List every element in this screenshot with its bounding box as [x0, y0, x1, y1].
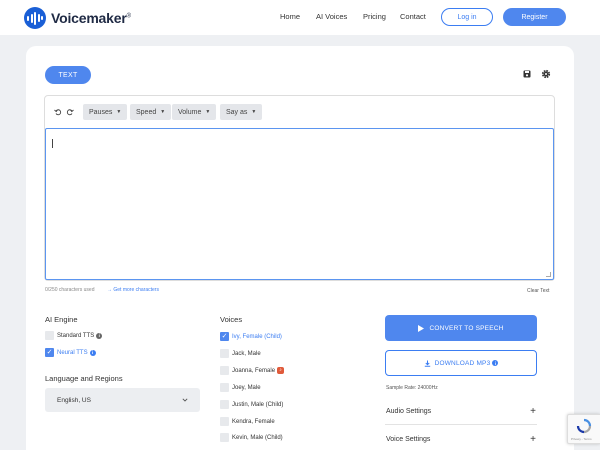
- pauses-label: Pauses: [89, 108, 113, 116]
- voice-label: Jack, Male: [232, 350, 261, 357]
- undo-icon[interactable]: [54, 108, 62, 116]
- recaptcha-logo-icon: [576, 418, 592, 434]
- character-count: 0/250 characters used: [45, 287, 95, 293]
- nav-ai-voices[interactable]: AI Voices: [316, 12, 347, 21]
- checkbox-checked[interactable]: ✓: [220, 332, 229, 341]
- voice-label: Joanna, Female: [232, 367, 276, 374]
- say-as-dropdown[interactable]: Say as ▼: [220, 104, 263, 120]
- tts-card: TEXT Pauses▼ Speed▼ Volume▼ Say as▼: [26, 46, 574, 450]
- voice-label: Ivy, Female (Child): [232, 333, 282, 340]
- checkbox-checked[interactable]: ✓: [45, 348, 54, 357]
- info-icon[interactable]: i: [96, 332, 103, 339]
- caret-down-icon: ▼: [116, 109, 122, 115]
- register-button[interactable]: Register: [503, 8, 566, 26]
- text-editor: Pauses ▼ Speed ▼ Volume ▼ Say as ▼: [44, 95, 555, 281]
- engine-option-neural[interactable]: ✓ Neural TTS i: [45, 348, 96, 357]
- plus-icon: +: [530, 434, 536, 445]
- top-header: Voicemaker® Home AI Voices Pricing Conta…: [0, 0, 600, 35]
- sample-rate: Sample Rate: 24000Hz: [386, 385, 438, 391]
- caret-down-icon: ▼: [205, 109, 211, 115]
- voice-item-joanna[interactable]: Joanna, Female ♪: [220, 366, 285, 375]
- editor-toolbar: Pauses ▼ Speed ▼ Volume ▼ Say as ▼: [45, 96, 554, 128]
- voice-label: Joey, Male: [232, 384, 261, 391]
- speed-dropdown[interactable]: Speed ▼: [130, 104, 172, 120]
- audio-settings-accordion[interactable]: Audio Settings +: [385, 399, 537, 425]
- pauses-dropdown[interactable]: Pauses ▼: [83, 104, 128, 120]
- get-more-characters-link[interactable]: → Get more characters: [107, 287, 159, 293]
- language-select[interactable]: English, US: [45, 388, 200, 412]
- convert-label: CONVERT TO SPEECH: [429, 324, 504, 332]
- say-as-label: Say as: [226, 108, 248, 116]
- resize-handle[interactable]: [546, 272, 551, 277]
- recaptcha-badge[interactable]: Privacy - Terms: [567, 414, 600, 444]
- download-icon: [424, 360, 430, 367]
- nav-pricing[interactable]: Pricing: [363, 12, 386, 21]
- caret-down-icon: ▼: [251, 109, 257, 115]
- chevron-down-icon: [182, 398, 188, 402]
- voice-item-kendra[interactable]: Kendra, Female: [220, 417, 275, 426]
- checkbox[interactable]: [220, 400, 229, 409]
- logo[interactable]: Voicemaker®: [24, 7, 131, 29]
- audio-settings-label: Audio Settings: [386, 408, 432, 415]
- convert-to-speech-button[interactable]: CONVERT TO SPEECH: [385, 315, 537, 341]
- checkbox[interactable]: [45, 331, 54, 340]
- voice-item-ivy[interactable]: ✓ Ivy, Female (Child): [220, 332, 282, 341]
- voice-label: Kendra, Female: [232, 418, 275, 425]
- clear-text-link[interactable]: Clear Text: [527, 288, 549, 294]
- info-icon[interactable]: i: [89, 349, 96, 356]
- checkbox[interactable]: [220, 433, 229, 442]
- checkbox[interactable]: [220, 383, 229, 392]
- save-icon[interactable]: [523, 70, 531, 78]
- download-mp3-button[interactable]: DOWNLOAD MP3 i: [385, 350, 537, 376]
- nav-contact[interactable]: Contact: [400, 12, 426, 21]
- logo-text: Voicemaker: [51, 10, 127, 26]
- text-cursor: [52, 139, 53, 148]
- nav-home[interactable]: Home: [280, 12, 300, 21]
- checkbox[interactable]: [220, 349, 229, 358]
- voice-item-kevin[interactable]: Kevin, Male (Child): [220, 433, 283, 442]
- voice-item-jack[interactable]: Jack, Male: [220, 349, 261, 358]
- voices-label: Voices: [220, 315, 243, 324]
- checkbox[interactable]: [220, 366, 229, 375]
- voice-settings-accordion[interactable]: Voice Settings +: [385, 427, 537, 450]
- download-label: DOWNLOAD MP3: [434, 359, 491, 367]
- engine-option-standard[interactable]: Standard TTS i: [45, 331, 103, 340]
- tab-text[interactable]: TEXT: [45, 66, 91, 84]
- redo-icon[interactable]: [66, 108, 74, 116]
- gear-icon[interactable]: [541, 69, 551, 79]
- engine-option-label: Neural TTS: [57, 349, 88, 356]
- speed-label: Speed: [136, 108, 157, 116]
- voice-item-joey[interactable]: Joey, Male: [220, 383, 261, 392]
- volume-label: Volume: [178, 108, 202, 116]
- play-icon: [418, 324, 425, 332]
- voice-item-justin[interactable]: Justin, Male (Child): [220, 400, 283, 409]
- language-selected-value: English, US: [57, 396, 91, 404]
- registered-mark: ®: [126, 13, 131, 20]
- plus-icon: +: [530, 406, 536, 417]
- language-regions-label: Language and Regions: [45, 374, 123, 383]
- waveform-logo-icon: [24, 7, 46, 29]
- checkbox[interactable]: [220, 417, 229, 426]
- recaptcha-text: Privacy - Terms: [571, 437, 592, 441]
- voice-settings-label: Voice Settings: [386, 436, 431, 443]
- ai-engine-label: AI Engine: [45, 315, 78, 324]
- text-input-area[interactable]: [45, 128, 554, 280]
- login-button[interactable]: Log in: [441, 8, 493, 26]
- voice-style-badge-icon: ♪: [277, 367, 285, 374]
- engine-option-label: Standard TTS: [57, 332, 95, 339]
- voice-label: Justin, Male (Child): [232, 401, 284, 408]
- info-icon[interactable]: i: [492, 360, 499, 366]
- voice-label: Kevin, Male (Child): [232, 434, 283, 441]
- caret-down-icon: ▼: [160, 109, 166, 115]
- volume-dropdown[interactable]: Volume ▼: [172, 104, 217, 120]
